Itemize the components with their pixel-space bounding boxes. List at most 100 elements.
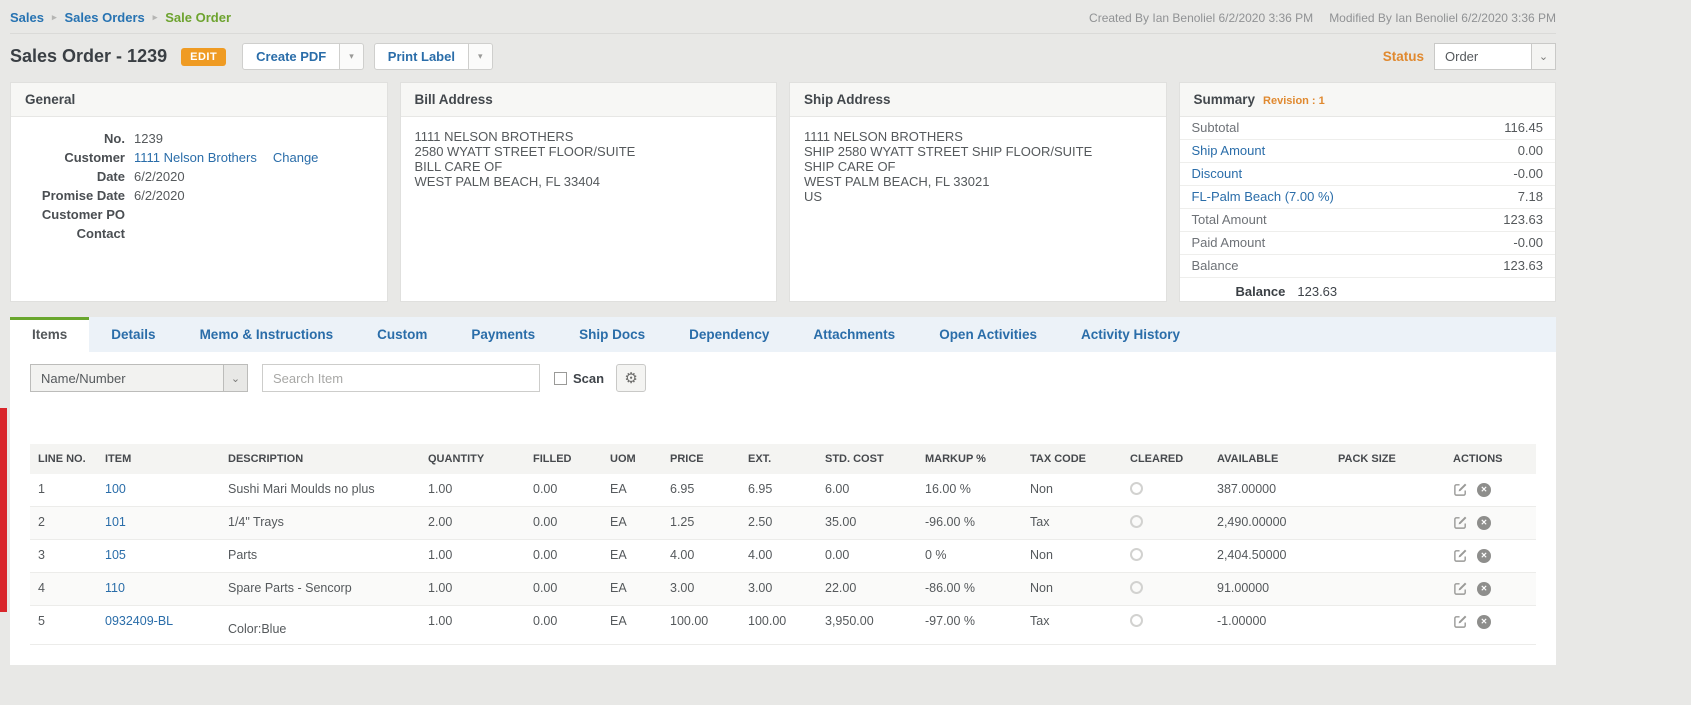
general-field-promise-date: Promise Date 6/2/2020 [25, 186, 373, 205]
summary-row-label[interactable]: Ship Amount [1192, 143, 1266, 159]
cell-pack-size [1330, 474, 1445, 507]
summary-balance-row: Balance 123.63 [1180, 278, 1556, 300]
edit-button[interactable]: EDIT [181, 47, 227, 66]
scan-checkbox[interactable] [554, 371, 567, 385]
cell-uom: EA [602, 605, 662, 645]
cell-price: 3.00 [662, 572, 740, 606]
cell-cleared [1122, 605, 1209, 645]
cell-cleared [1122, 474, 1209, 507]
edit-icon[interactable] [1453, 515, 1468, 530]
item-link[interactable]: 0932409-BL [105, 614, 173, 628]
tab-memo-instructions[interactable]: Memo & Instructions [178, 317, 356, 352]
field-label: Customer [64, 150, 125, 165]
cell-price: 4.00 [662, 539, 740, 573]
customer-link[interactable]: 1111 Nelson Brothers [134, 148, 257, 167]
tab-dependency[interactable]: Dependency [667, 317, 791, 352]
summary-row-value: 0.00 [1517, 143, 1543, 158]
address-line: 1111 NELSON BROTHERS [414, 129, 574, 144]
cleared-radio[interactable] [1130, 515, 1143, 528]
cell-std-cost: 6.00 [817, 474, 917, 507]
cell-line-no: 2 [30, 506, 97, 540]
scan-label: Scan [573, 370, 605, 386]
header-row: Sales Order - 1239 EDIT Create PDF ▾ Pri… [10, 34, 1556, 80]
table-row: 1 100 Sushi Mari Moulds no plus 1.00 0.00 EA 6… [30, 474, 1536, 507]
cell-actions: ✕ [1445, 572, 1536, 606]
summary-row-label[interactable]: Discount [1192, 166, 1243, 182]
remove-icon[interactable]: ✕ [1477, 548, 1491, 563]
status-select[interactable]: Order ⌄ [1434, 43, 1556, 70]
create-pdf-dropdown-button[interactable]: ▾ [340, 43, 364, 70]
edit-icon[interactable] [1453, 548, 1468, 563]
edit-icon[interactable] [1453, 614, 1468, 629]
search-type-select[interactable]: Name/Number ⌄ [30, 364, 248, 392]
tab-open-activities[interactable]: Open Activities [917, 317, 1059, 352]
promise-date-value: 6/2/2020 [134, 188, 185, 203]
remove-icon[interactable]: ✕ [1477, 614, 1491, 629]
cleared-radio[interactable] [1130, 581, 1143, 594]
cell-ext: 6.95 [740, 474, 817, 507]
bill-address-panel-header: Bill Address [400, 83, 776, 117]
cell-item: 101 [97, 506, 220, 540]
edit-icon[interactable] [1453, 581, 1468, 596]
item-link[interactable]: 101 [105, 515, 126, 529]
scan-control: Scan [554, 371, 604, 386]
cleared-radio[interactable] [1130, 614, 1143, 627]
table-settings-button[interactable]: ⚙ [616, 364, 647, 392]
summary-row-label[interactable]: FL-Palm Beach (7.00 %) [1192, 189, 1334, 205]
tab-items[interactable]: Items [10, 317, 90, 352]
cell-description: Sushi Mari Moulds no plus [220, 474, 420, 507]
cell-item: 0932409-BL [97, 605, 220, 645]
column-header: CLEARED [1122, 444, 1209, 474]
cell-ext: 4.00 [740, 539, 817, 573]
row-actions: ✕ [1453, 515, 1528, 530]
remove-icon[interactable]: ✕ [1477, 482, 1491, 497]
tab-activity-history[interactable]: Activity History [1059, 317, 1202, 352]
cell-price: 1.25 [662, 506, 740, 540]
tab-details[interactable]: Details [89, 317, 177, 352]
cell-actions: ✕ [1445, 539, 1536, 573]
summary-row-value: 123.63 [1503, 258, 1543, 273]
cleared-radio[interactable] [1130, 482, 1143, 495]
tab-custom[interactable]: Custom [355, 317, 449, 352]
cleared-radio[interactable] [1130, 548, 1143, 561]
change-customer-link[interactable]: Change [273, 148, 319, 167]
cell-line-no: 1 [30, 474, 97, 507]
column-header: ITEM [97, 444, 220, 474]
cell-std-cost: 22.00 [817, 572, 917, 606]
summary-row-value: -0.00 [1513, 166, 1543, 181]
column-header: EXT. [740, 444, 817, 474]
tab-attachments[interactable]: Attachments [791, 317, 917, 352]
item-link[interactable]: 100 [105, 482, 126, 496]
print-label-button[interactable]: Print Label [373, 43, 469, 70]
cell-item: 100 [97, 474, 220, 507]
item-link[interactable]: 105 [105, 548, 126, 562]
search-item-input[interactable] [262, 364, 540, 392]
edit-icon[interactable] [1453, 482, 1468, 497]
remove-icon[interactable]: ✕ [1477, 515, 1491, 530]
print-label-dropdown-button[interactable]: ▾ [468, 43, 493, 70]
tab-ship-docs[interactable]: Ship Docs [557, 317, 667, 352]
cell-quantity: 1.00 [420, 605, 525, 645]
description-text: Parts [228, 548, 258, 562]
item-link[interactable]: 110 [105, 581, 125, 595]
cell-actions: ✕ [1445, 506, 1536, 540]
create-pdf-button[interactable]: Create PDF [242, 43, 341, 70]
remove-icon[interactable]: ✕ [1477, 581, 1491, 596]
general-panel-header: General [11, 83, 387, 117]
column-header: FILLED [525, 444, 602, 474]
cell-item: 105 [97, 539, 220, 573]
items-table-header: LINE NO. ITEM DESCRIPTION QUANTITY FILLED UOM… [30, 444, 1536, 474]
address-line: WEST PALM BEACH, FL 33021 [804, 174, 990, 189]
cell-markup: -86.00 % [917, 572, 1022, 606]
cell-markup: -97.00 % [917, 605, 1022, 645]
cell-actions: ✕ [1445, 474, 1536, 507]
address-line: 1111 NELSON BROTHERS [804, 129, 963, 144]
breadcrumb-sales-orders[interactable]: Sales Orders [65, 10, 145, 25]
breadcrumb-sales[interactable]: Sales [10, 10, 44, 25]
cell-std-cost: 35.00 [817, 506, 917, 540]
summary-panel-body: Subtotal 116.45 Ship Amount 0.00 Discount -0.… [1179, 117, 1556, 300]
cell-markup: 16.00 % [917, 474, 1022, 507]
column-header: DESCRIPTION [220, 444, 420, 474]
tab-payments[interactable]: Payments [449, 317, 557, 352]
cell-uom: EA [602, 572, 662, 606]
